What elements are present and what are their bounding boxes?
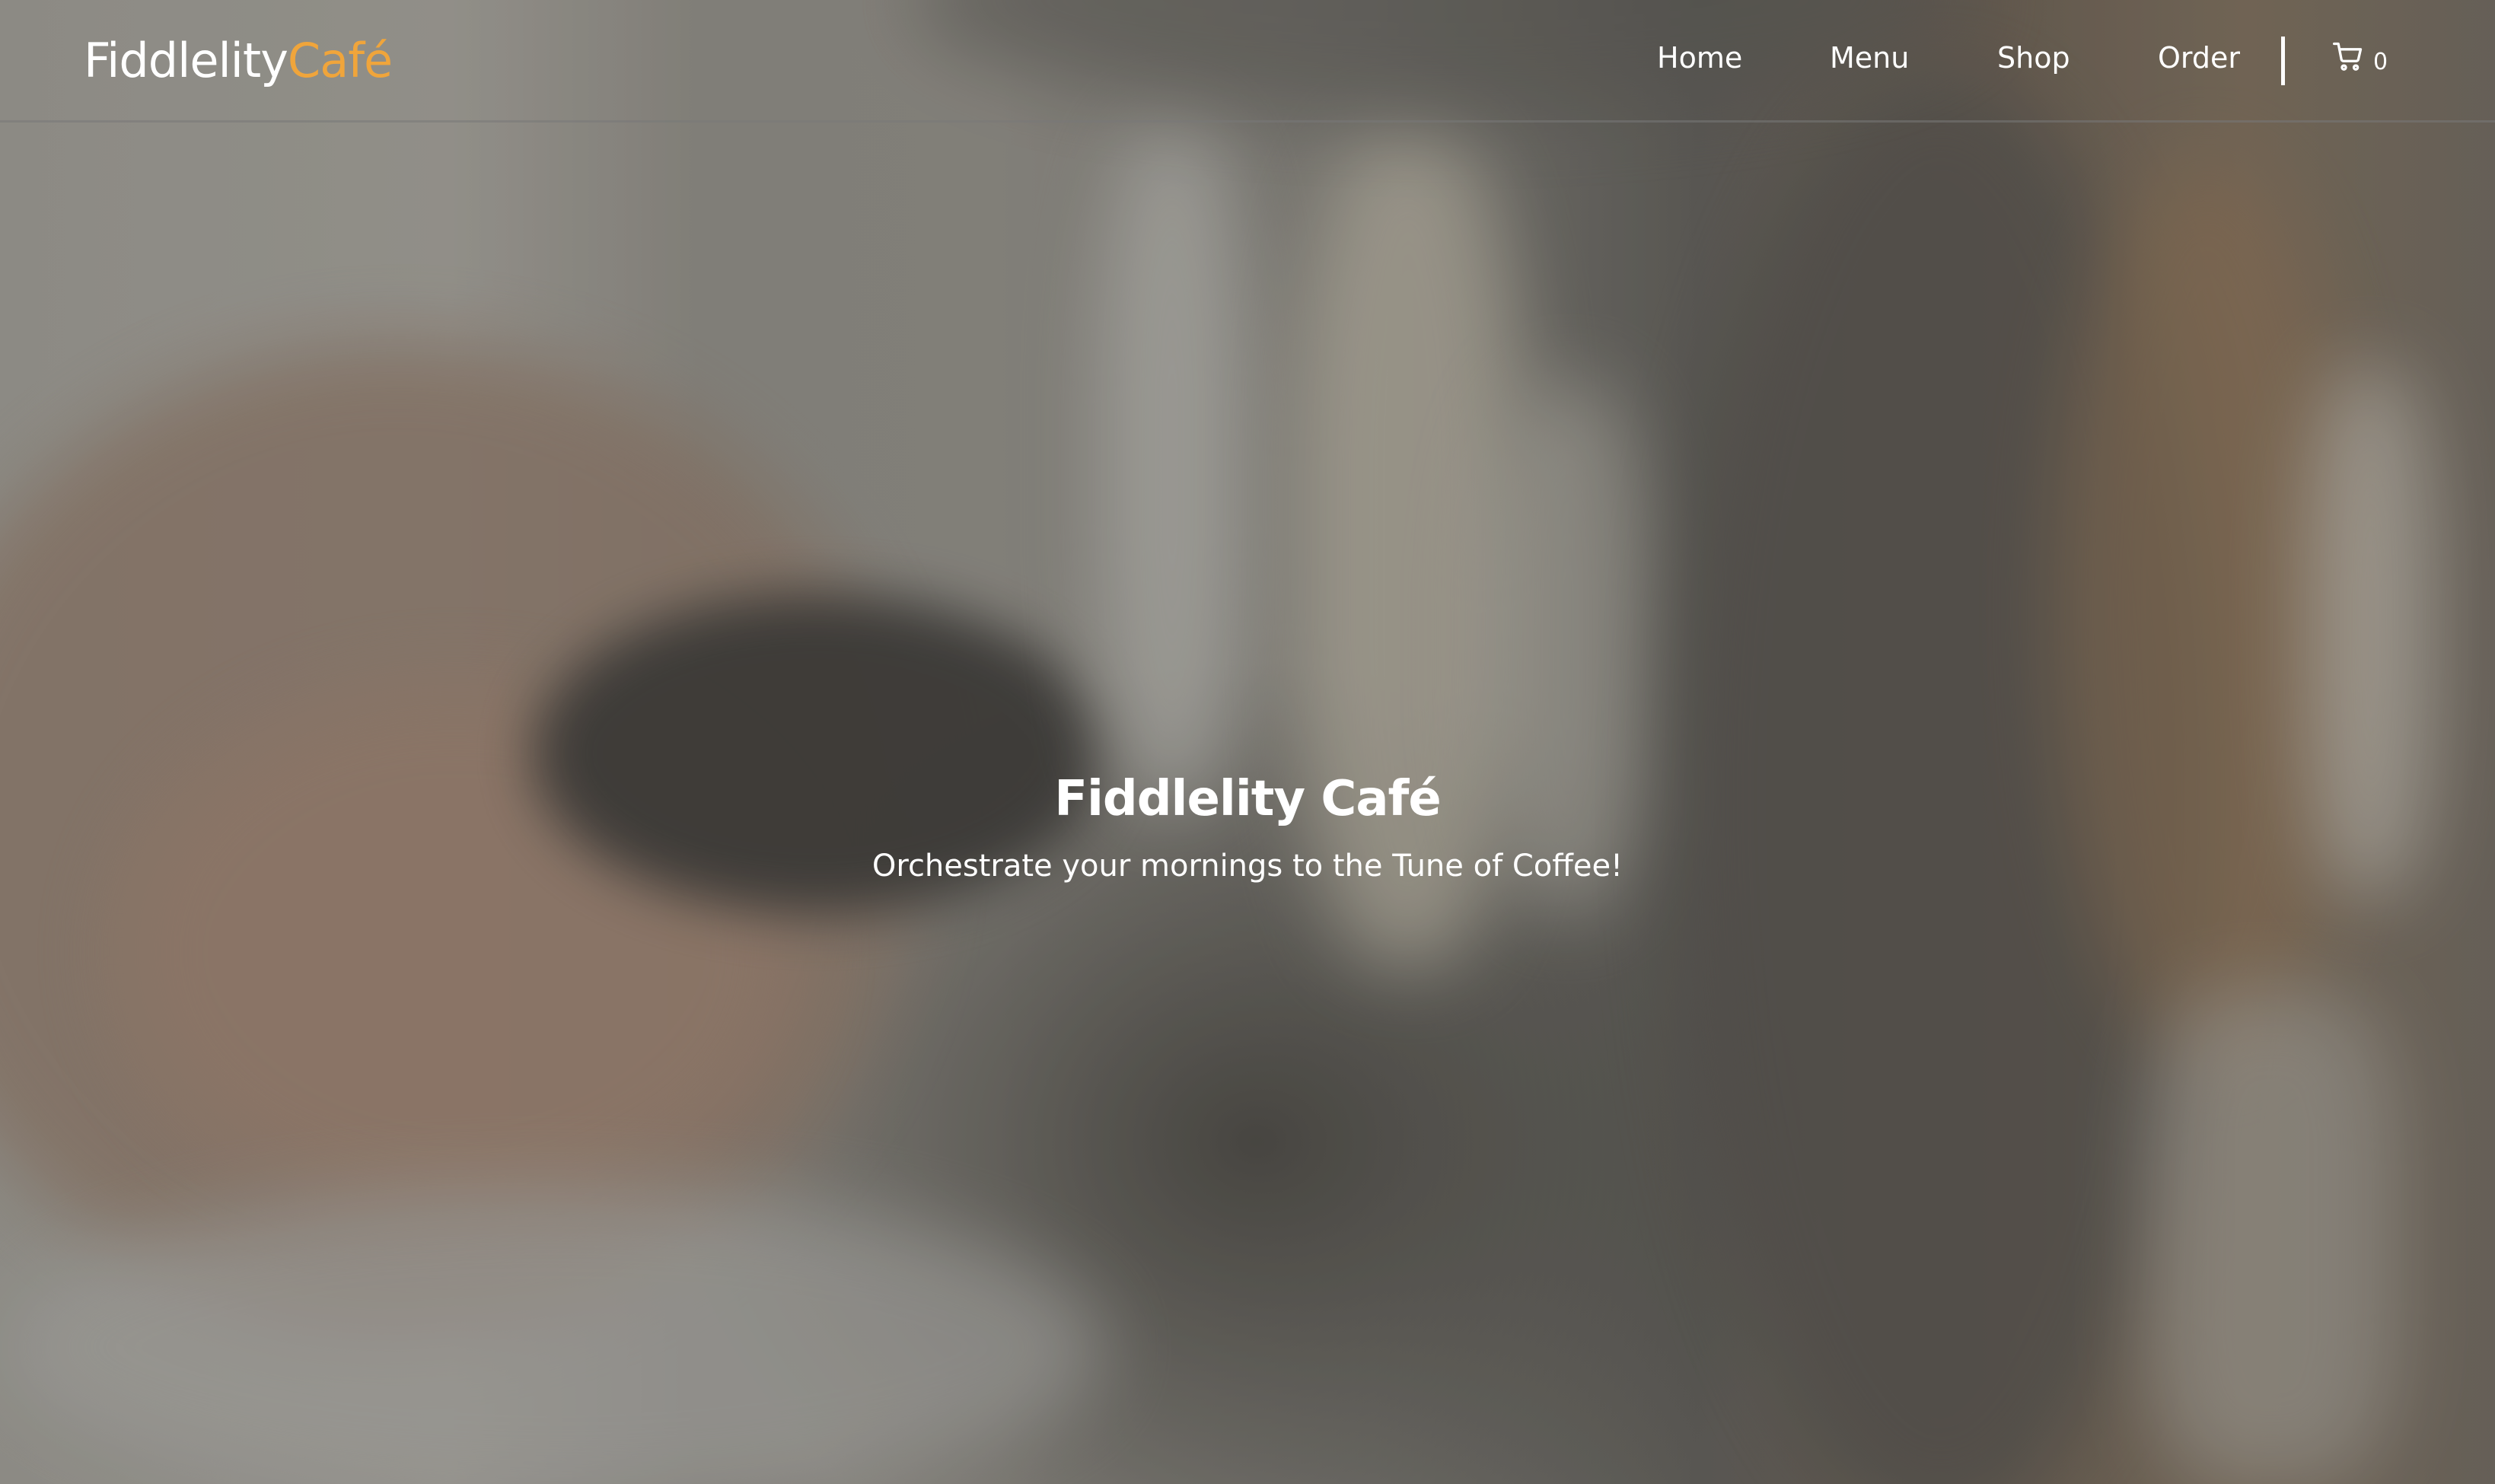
page: FiddlelityCafé Home Menu Shop Order 0 Fi… <box>0 0 2495 1484</box>
cart-count-badge: 0 <box>2373 49 2388 75</box>
site-logo[interactable]: FiddlelityCafé <box>84 27 393 94</box>
nav-link-order[interactable]: Order <box>2158 35 2240 81</box>
nav-link-menu[interactable]: Menu <box>1830 35 1909 81</box>
hero-subtitle: Orchestrate your mornings to the Tune of… <box>871 849 1624 884</box>
hero-section: Fiddlelity Café Orchestrate your morning… <box>0 761 2495 895</box>
logo-text-main: Fiddlelity <box>84 33 288 88</box>
nav-link-home[interactable]: Home <box>1657 35 1742 81</box>
shopping-cart-icon <box>2333 42 2363 71</box>
nav-divider <box>2281 37 2285 85</box>
hero-background-image <box>0 0 2495 1484</box>
cart-button[interactable]: 0 <box>2331 37 2392 82</box>
nav-link-shop[interactable]: Shop <box>1997 35 2070 81</box>
hero-title: Fiddlelity Café <box>1054 771 1442 827</box>
site-header: FiddlelityCafé Home Menu Shop Order 0 <box>0 0 2495 123</box>
logo-text-accent: Café <box>287 33 393 88</box>
